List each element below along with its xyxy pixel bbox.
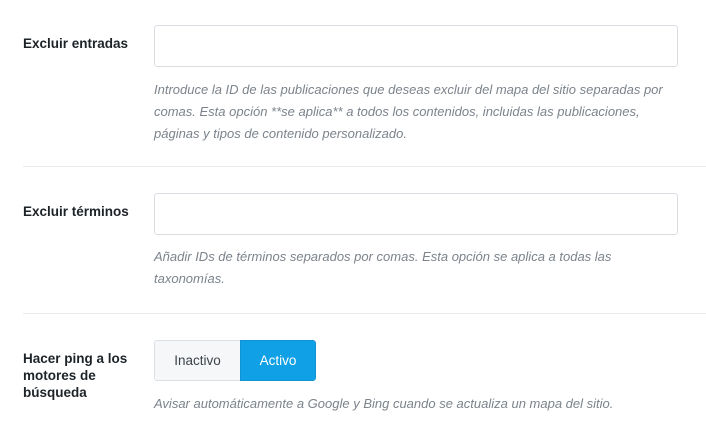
- ping-toggle-switch: Inactivo Activo: [154, 340, 316, 381]
- ping-active-option[interactable]: Activo: [240, 340, 316, 381]
- exclude-terms-input[interactable]: [154, 193, 678, 235]
- exclude-terms-label: Excluir términos: [23, 204, 129, 219]
- exclude-terms-description: Añadir IDs de términos separados por com…: [154, 249, 612, 286]
- ping-search-engines-label: Hacer ping a los motores de búsqueda: [23, 351, 128, 400]
- section-divider: [23, 166, 706, 167]
- ping-inactive-option[interactable]: Inactivo: [154, 340, 240, 381]
- exclude-posts-label: Excluir entradas: [23, 36, 129, 51]
- exclude-posts-description: Introduce la ID de las publicaciones que…: [154, 82, 663, 141]
- ping-search-engines-description: Avisar automáticamente a Google y Bing c…: [154, 396, 614, 411]
- exclude-posts-input[interactable]: [154, 25, 678, 67]
- section-divider: [23, 313, 706, 314]
